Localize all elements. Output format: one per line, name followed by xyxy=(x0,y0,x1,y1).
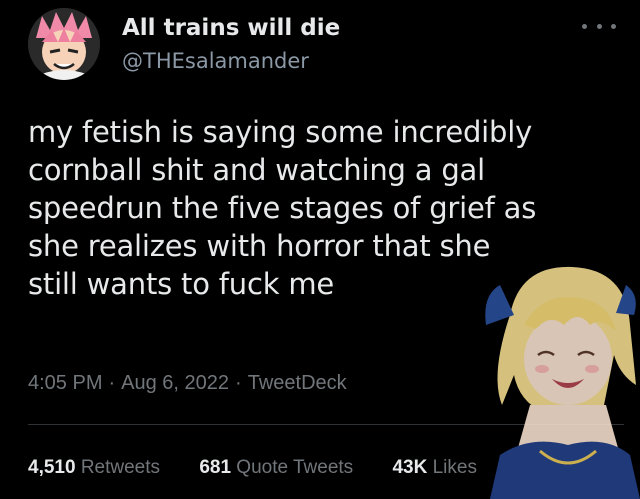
tweet-time[interactable]: 4:05 PM xyxy=(28,372,102,394)
retweets-count: 4,510 xyxy=(28,457,76,478)
likes-label: Likes xyxy=(432,457,477,478)
quotes-count: 681 xyxy=(199,457,232,478)
tweet-text: my fetish is saying some incredibly corn… xyxy=(28,113,624,303)
divider xyxy=(28,424,624,425)
dot xyxy=(611,23,616,29)
tweet-metadata: 4:05 PM · Aug 6, 2022 · TweetDeck xyxy=(28,370,347,396)
likes-count: 43K xyxy=(392,457,428,478)
avatar[interactable] xyxy=(28,8,100,80)
tweet-text-line: my fetish is saying some incredibly xyxy=(28,115,533,149)
display-name[interactable]: All trains will die xyxy=(122,14,340,42)
retweets-label: Retweets xyxy=(80,457,161,478)
likes-stat[interactable]: 43K Likes xyxy=(392,455,477,481)
user-handle[interactable]: @THEsalamander xyxy=(122,48,309,74)
dot xyxy=(596,23,602,29)
tweet-text-line: she realizes with horror that she xyxy=(28,229,491,263)
tweet-card: All trains will die @THEsalamander my fe… xyxy=(0,0,640,499)
tweet-text-line: cornball shit and watching a gal xyxy=(28,153,485,187)
avatar-image xyxy=(28,8,100,80)
tweet-text-line: speedrun the five stages of grief as xyxy=(28,191,537,225)
quotes-label: Quote Tweets xyxy=(236,457,354,478)
tweet-text-line: still wants to fuck me xyxy=(28,267,335,301)
tweet-source[interactable]: TweetDeck xyxy=(248,372,347,394)
separator: · xyxy=(108,372,116,394)
separator: · xyxy=(235,372,242,394)
retweets-stat[interactable]: 4,510 Retweets xyxy=(28,455,160,481)
dot xyxy=(582,23,587,29)
more-options-icon[interactable] xyxy=(582,14,616,38)
quote-tweets-stat[interactable]: 681 Quote Tweets xyxy=(199,455,353,481)
tweet-date[interactable]: Aug 6, 2022 xyxy=(121,372,229,394)
engagement-stats: 4,510 Retweets 681 Quote Tweets 43K Like… xyxy=(28,455,511,481)
